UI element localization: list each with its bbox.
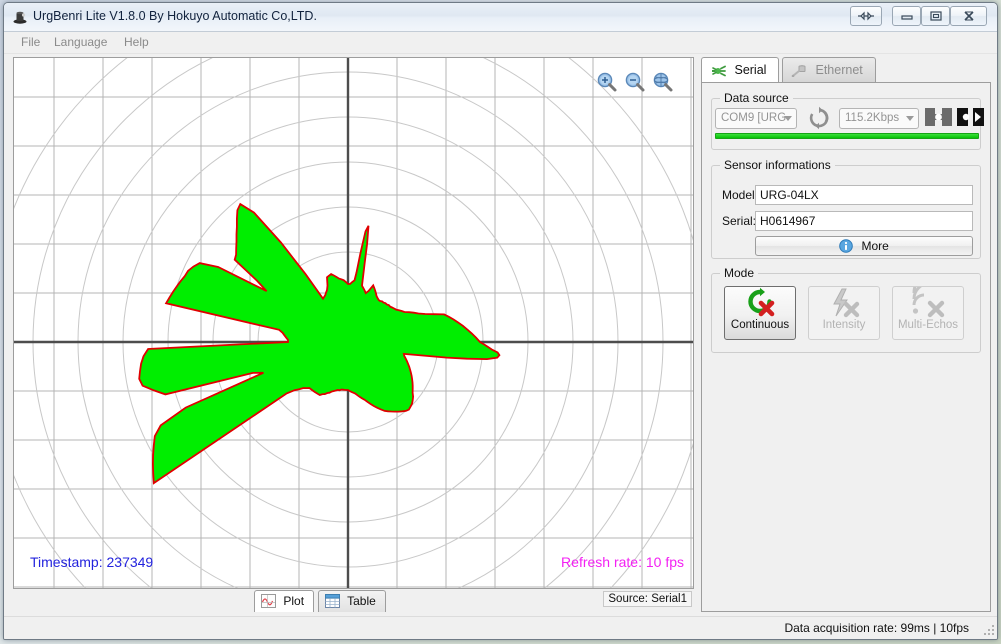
chevron-down-icon [906,116,914,121]
sensor-information-title: Sensor informations [720,158,835,172]
refresh-rate-label: Refresh rate: 10 fps [561,554,684,570]
minimize-icon[interactable] [892,6,921,26]
tab-plot[interactable]: Plot [254,590,314,612]
mode-multi-echos-button[interactable]: Multi-Echos [892,286,964,340]
resize-grip-icon[interactable] [982,623,996,637]
chevron-down-icon [784,116,792,121]
zoom-out-icon[interactable] [624,71,646,93]
tab-serial-label: Serial [734,63,766,77]
tab-table-label: Table [347,594,376,608]
window-title: UrgBenri Lite V1.8.0 By Hokuyo Automatic… [33,9,317,23]
zoom-in-icon[interactable] [596,71,618,93]
model-label: Model: [722,188,758,202]
app-icon [12,9,28,25]
baudrate-select-value: 115.2Kbps [845,112,899,124]
mode-intensity-label: Intensity [809,319,879,331]
maximize-icon[interactable] [921,6,950,26]
baudrate-select[interactable]: 115.2Kbps [839,108,919,129]
plot-panel: Timestamp: 237349 Refresh rate: 10 fps P… [13,57,694,601]
serial-tab-page: Data source COM9 [URG [701,82,991,612]
mode-title: Mode [720,266,758,280]
refresh-icon[interactable] [806,105,832,131]
more-button-label: More [862,239,889,253]
mode-multi-echos-label: Multi-Echos [893,319,963,331]
menu-bar: File Language Help [4,32,997,54]
data-source-title: Data source [720,91,793,105]
serial-field[interactable]: H0614967 [755,211,973,231]
continuous-icon [725,287,795,321]
mode-intensity-button[interactable]: Intensity [808,286,880,340]
model-field[interactable]: URG-04LX [755,185,973,205]
mode-group: Mode Continuous [711,273,981,353]
status-bar: Data acquisition rate: 99ms | 10fps [4,616,998,639]
timestamp-label: Timestamp: 237349 [30,554,153,570]
menu-item-help[interactable]: Help [121,35,152,49]
port-select[interactable]: COM9 [URG [715,108,797,129]
tab-plot-label: Plot [283,594,304,608]
main-content: Timestamp: 237349 Refresh rate: 10 fps P… [4,53,998,619]
connection-status-bar [715,133,979,139]
resize-icon[interactable] [850,6,882,26]
port-select-value: COM9 [URG [721,112,786,124]
close-icon[interactable] [950,6,987,26]
menu-item-file[interactable]: File [18,35,43,49]
polar-plot-canvas[interactable]: Timestamp: 237349 Refresh rate: 10 fps [13,57,694,589]
table-icon [325,594,340,615]
tab-ethernet[interactable]: Ethernet [782,57,876,82]
status-text: Data acquisition rate: 99ms | 10fps [784,621,969,635]
menu-item-language[interactable]: Language [51,35,110,49]
serial-plug-icon [710,61,726,85]
tab-serial[interactable]: Serial [701,57,779,82]
mode-continuous-label: Continuous [725,319,795,331]
serial-label: Serial: [722,214,756,228]
connect-icon[interactable] [925,106,952,128]
connection-panel: Serial Ethernet [701,57,991,612]
intensity-icon [809,287,879,321]
lidar-scan-shape [139,204,499,483]
source-label: Source: Serial1 [603,591,692,607]
application-window: UrgBenri Lite V1.8.0 By Hokuyo Automatic… [3,2,998,640]
tab-table[interactable]: Table [318,590,386,612]
info-icon [839,239,853,258]
polar-plot-svg [14,58,693,588]
sensor-information-group: Sensor informations Model: URG-04LX Seri… [711,165,981,259]
title-bar: UrgBenri Lite V1.8.0 By Hokuyo Automatic… [4,3,997,32]
connection-tabs: Serial Ethernet [701,57,991,83]
zoom-fit-icon[interactable] [652,71,674,93]
mode-continuous-button[interactable]: Continuous [724,286,796,340]
tab-ethernet-label: Ethernet [815,63,862,77]
disconnect-icon[interactable] [957,106,984,128]
plot-view-tabs: Plot Table Source: Serial1 [13,590,694,613]
plot-icon [261,594,276,615]
multi-echos-icon [893,287,963,321]
more-button[interactable]: More [755,236,973,256]
data-source-group: Data source COM9 [URG [711,98,981,150]
